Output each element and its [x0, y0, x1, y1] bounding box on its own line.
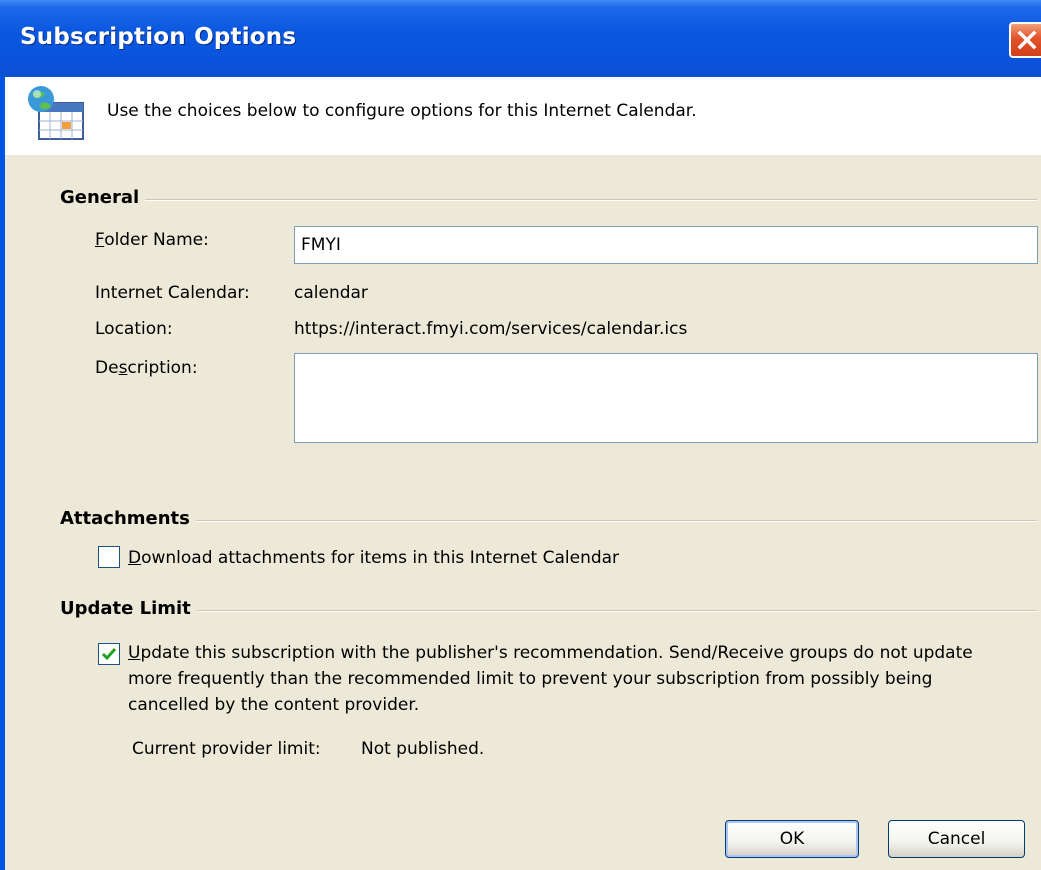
subscription-options-dialog: Subscription Options Use the choices bel…: [0, 0, 1041, 870]
header-banner: Use the choices below to configure optio…: [5, 77, 1041, 155]
banner-text: Use the choices below to configure optio…: [107, 101, 697, 121]
internet-calendar-label: Internet Calendar:: [95, 283, 250, 303]
update-subscription-text: pdate this subscription with the publish…: [128, 643, 973, 715]
update-limit-separator: [65, 610, 1037, 612]
cancel-button[interactable]: Cancel: [888, 820, 1025, 858]
folder-name-input[interactable]: [294, 226, 1038, 264]
general-separator: [65, 199, 1037, 201]
update-limit-heading: Update Limit: [60, 598, 197, 619]
download-attachments-label[interactable]: Download attachments for items in this I…: [128, 548, 619, 568]
location-value: https://interact.fmyi.com/services/calen…: [294, 319, 688, 339]
location-label: Location:: [95, 319, 173, 339]
download-attachments-checkbox[interactable]: [98, 546, 120, 568]
update-subscription-label[interactable]: Update this subscription with the publis…: [128, 640, 988, 718]
update-subscription-checkbox[interactable]: [98, 643, 120, 665]
provider-limit-label: Current provider limit:: [132, 739, 321, 759]
provider-limit-value: Not published.: [361, 739, 485, 759]
description-label-post: cription:: [127, 358, 198, 378]
dialog-body: Use the choices below to configure optio…: [5, 77, 1041, 870]
download-accesskey: D: [128, 548, 142, 568]
title-bar[interactable]: Subscription Options: [0, 0, 1041, 77]
internet-calendar-icon: [28, 86, 84, 140]
folder-name-label-text: older Name:: [104, 230, 209, 250]
checkmark-icon: [101, 648, 117, 661]
description-textarea[interactable]: [294, 353, 1038, 443]
description-label: Description:: [95, 358, 198, 378]
attachments-separator: [65, 520, 1037, 522]
close-button[interactable]: [1009, 22, 1041, 58]
window-title: Subscription Options: [20, 24, 297, 50]
general-heading: General: [60, 187, 146, 208]
internet-calendar-value: calendar: [294, 283, 368, 303]
folder-name-accesskey: F: [95, 230, 105, 250]
download-attachments-text: ownload attachments for items in this In…: [141, 548, 620, 568]
close-icon: [1017, 30, 1037, 50]
description-label-pre: De: [95, 358, 119, 378]
update-accesskey: U: [128, 643, 141, 663]
folder-name-label: Folder Name:: [95, 230, 209, 250]
attachments-heading: Attachments: [60, 508, 196, 529]
ok-button[interactable]: OK: [725, 820, 859, 858]
